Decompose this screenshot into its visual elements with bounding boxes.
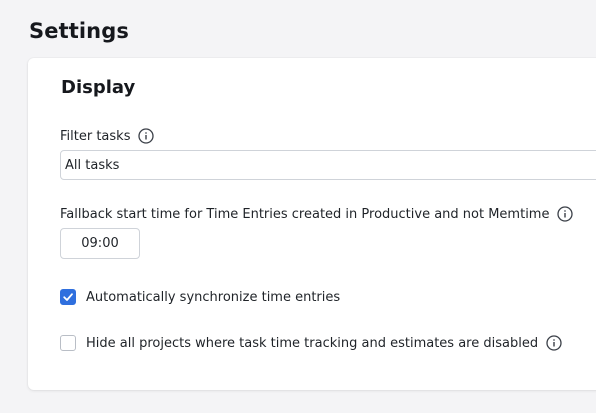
section-title: Display xyxy=(61,77,136,98)
info-icon[interactable] xyxy=(138,128,155,144)
filter-tasks-label-row: Filter tasks xyxy=(60,128,155,144)
fallback-start-time-value: 09:00 xyxy=(81,236,119,251)
filter-tasks-selected-value: All tasks xyxy=(65,157,120,173)
display-settings-card: Display Filter tasks All tasks Fallback … xyxy=(28,58,596,390)
fallback-start-time-label-row: Fallback start time for Time Entries cre… xyxy=(60,206,574,222)
filter-tasks-select[interactable]: All tasks xyxy=(60,150,596,180)
hide-projects-label: Hide all projects where task time tracki… xyxy=(86,335,539,351)
fallback-start-time-label: Fallback start time for Time Entries cre… xyxy=(60,206,550,222)
checkmark-icon xyxy=(63,293,73,301)
page-title: Settings xyxy=(29,19,129,43)
auto-sync-row: Automatically synchronize time entries xyxy=(60,289,340,305)
filter-tasks-label: Filter tasks xyxy=(60,128,131,144)
info-icon[interactable] xyxy=(546,335,562,351)
hide-projects-checkbox[interactable] xyxy=(60,335,76,351)
auto-sync-label: Automatically synchronize time entries xyxy=(86,289,341,305)
auto-sync-checkbox[interactable] xyxy=(60,289,76,305)
fallback-start-time-input[interactable]: 09:00 xyxy=(60,228,140,259)
hide-projects-row: Hide all projects where task time tracki… xyxy=(60,335,562,351)
info-icon[interactable] xyxy=(557,206,574,222)
